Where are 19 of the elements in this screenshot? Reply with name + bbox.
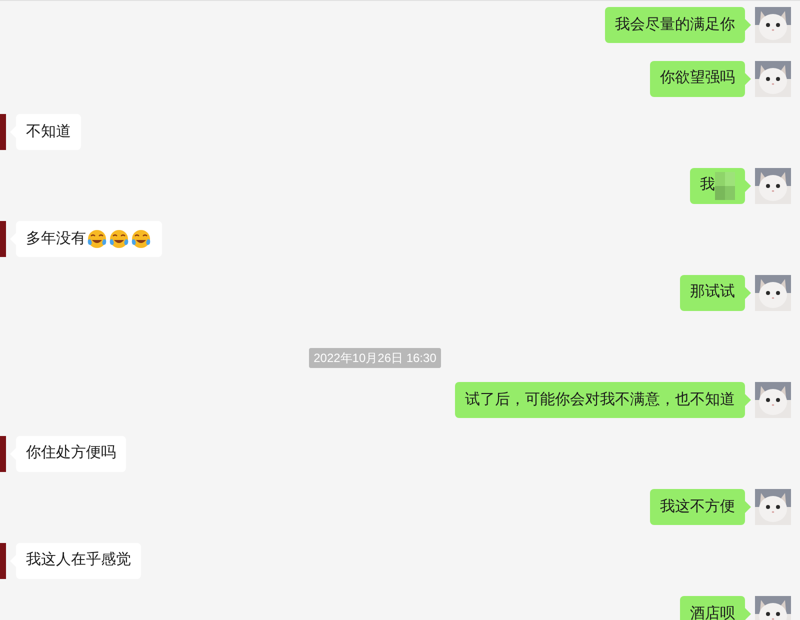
avatar — [0, 114, 6, 150]
laughing-crying-emoji-icon — [130, 228, 152, 250]
avatar — [0, 436, 6, 472]
message-text: 那试试 — [690, 282, 735, 302]
avatar — [0, 542, 6, 578]
message-text: 我 — [700, 175, 715, 196]
message-text: 我这人在乎感觉 — [26, 550, 131, 570]
message-text: 我这不方便 — [660, 496, 735, 517]
message-text: 不知道 — [26, 122, 71, 142]
message-text: 多年没有 — [26, 228, 86, 249]
message-text: 你欲望强吗 — [660, 68, 735, 88]
message-text: 酒店呗 — [690, 604, 735, 620]
laughing-crying-emoji-icon — [86, 228, 108, 250]
message-text: 你住处方便吗 — [26, 443, 116, 464]
avatar — [0, 221, 6, 257]
message-text: 我会尽量的满足你 — [615, 14, 735, 35]
timestamp: 2022年10月26日 16:30 — [308, 348, 442, 368]
laughing-crying-emoji-icon — [108, 228, 130, 250]
message-text: 试了后，可能你会对我不满意，也不知道 — [465, 390, 735, 410]
